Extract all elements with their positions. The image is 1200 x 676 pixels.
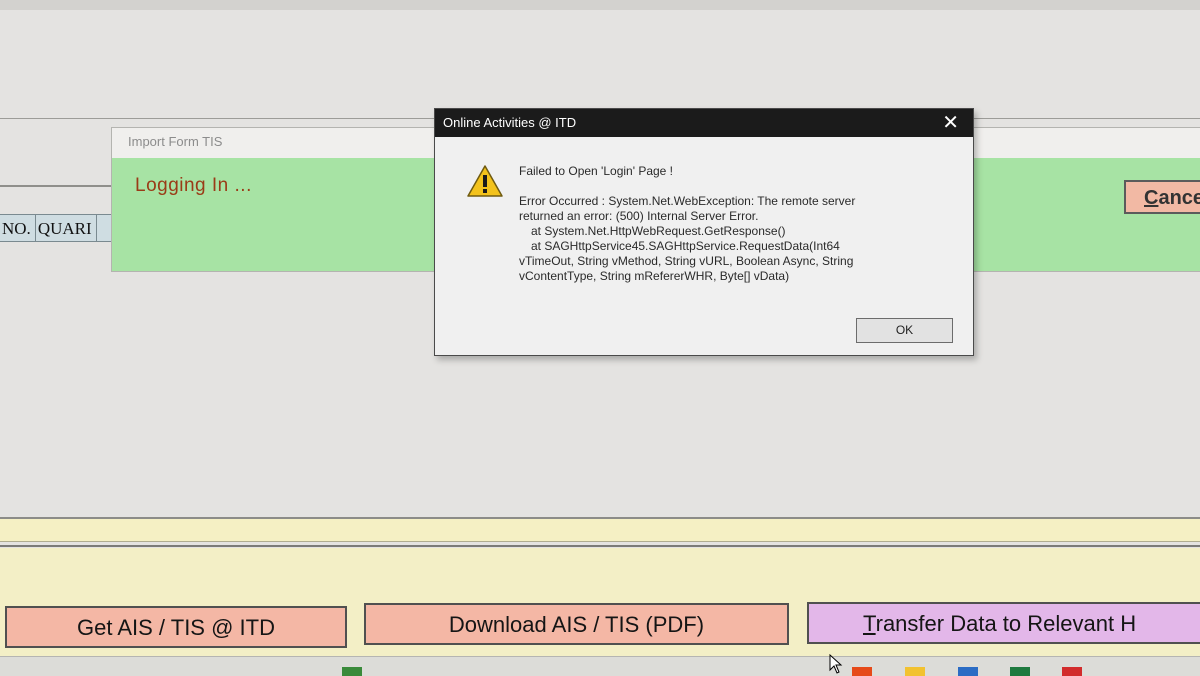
transfer-label: ransfer Data to Relevant H (875, 611, 1137, 636)
dialog-title: Online Activities @ ITD (443, 115, 577, 130)
grid-column-no[interactable]: NO. (0, 215, 36, 241)
mouse-cursor-icon (829, 654, 843, 674)
band-divider (0, 545, 1200, 547)
transfer-data-button[interactable]: Transfer Data to Relevant H (807, 602, 1200, 644)
logging-status-text: Logging In ... (135, 175, 252, 196)
download-ais-tis-pdf-button[interactable]: Download AIS / TIS (PDF) (364, 603, 789, 645)
message-line-error-occurred: Error Occurred : System.Net.WebException… (519, 194, 856, 208)
dialog-message: Failed to Open 'Login' Page ! Error Occu… (519, 164, 949, 284)
message-line-params-1: vTimeOut, String vMethod, String vURL, B… (519, 254, 854, 268)
screen-top-edge (0, 0, 1200, 10)
grid-column-quarter[interactable]: QUARI (36, 215, 97, 241)
status-band (0, 517, 1200, 542)
cancel-label: ance (1158, 187, 1200, 209)
message-line-blank (519, 179, 949, 194)
message-line-params-2: vContentType, String mRefererWHR, Byte[]… (519, 269, 790, 283)
transfer-mnemonic: T (863, 611, 876, 636)
message-line-returned: returned an error: (500) Internal Server… (519, 209, 759, 223)
cancel-mnemonic: C (1144, 187, 1159, 209)
workspace-divider (0, 185, 112, 187)
taskbar (0, 656, 1200, 676)
import-window-title: Import Form TIS (128, 134, 223, 149)
close-icon[interactable]: ✕ (942, 112, 959, 134)
message-line-requestdata: at SAGHttpService45.SAGHttpService.Reque… (531, 239, 840, 253)
warning-icon (467, 165, 503, 197)
get-ais-tis-button[interactable]: Get AIS / TIS @ ITD (5, 606, 347, 648)
message-line-failed: Failed to Open 'Login' Page ! (519, 164, 674, 178)
dialog-titlebar[interactable]: Online Activities @ ITD ✕ (435, 109, 973, 137)
ok-button[interactable]: OK (856, 318, 953, 343)
cancel-button[interactable]: Cance (1124, 180, 1200, 214)
error-dialog: Online Activities @ ITD ✕ Failed to Open… (434, 108, 974, 356)
message-line-getresponse: at System.Net.HttpWebRequest.GetResponse… (531, 224, 786, 238)
